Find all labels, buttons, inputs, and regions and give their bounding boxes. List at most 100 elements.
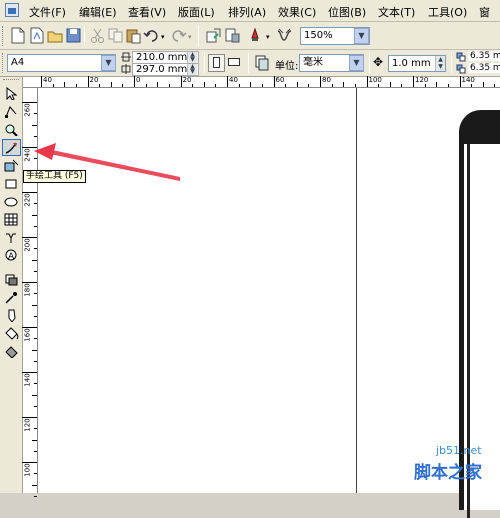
menu-arrange[interactable]: 排列(A) [228,4,266,20]
pick-tool-icon[interactable] [4,86,19,101]
ruler-minor-tick [401,84,403,87]
nudge-spinner[interactable]: ▲ ▼ [435,56,445,71]
eyedropper-tool-icon[interactable] [4,291,19,304]
ruler-tick [320,76,321,87]
ruler-minor-tick [471,84,473,87]
menu-view[interactable]: 查看(V) [128,4,166,20]
ruler-minor-tick [447,84,449,87]
page-height-spinner[interactable]: ▲ ▼ [187,64,197,75]
menu-edit[interactable]: 编辑(E) [79,4,117,20]
interactive-fill-tool-icon[interactable] [4,345,19,359]
ruler-minor-tick [110,82,112,87]
undo-dropdown-icon[interactable]: ▾ [161,33,165,41]
cut-icon[interactable] [89,27,106,44]
toolbox-grip [3,79,19,82]
units-dropdown-button[interactable]: ▼ [349,55,364,71]
paste-icon[interactable] [125,27,142,44]
paper-size-dropdown-button[interactable]: ▼ [101,55,116,71]
polygon-tool-icon[interactable] [4,213,19,226]
launcher-dropdown-icon[interactable]: ▾ [266,33,270,41]
zoom-level-value: 150% [304,30,333,41]
ruler-minor-tick [64,82,66,87]
save-icon[interactable] [65,27,82,44]
menu-bitmaps[interactable]: 位图(B) [328,4,366,20]
application-launcher-icon[interactable] [247,27,264,44]
ruler-minor-tick [34,473,37,475]
ruler-minor-tick [52,84,54,87]
ruler-minor-tick [238,84,240,87]
nudge-distance-value: 1.0 mm [392,58,431,69]
text-tool-icon[interactable]: A [4,249,19,262]
ruler-tick [459,76,461,87]
ruler-minor-tick [482,82,484,87]
ellipse-tool-icon[interactable] [4,195,19,208]
menu-layout[interactable]: 版面(L) [178,4,215,20]
ruler-minor-tick [192,84,194,87]
ruler-minor-tick [34,383,37,385]
ruler-label: 20 [89,76,99,84]
menu-effects[interactable]: 效果(C) [278,4,316,20]
portrait-button[interactable] [208,54,225,72]
menu-file[interactable]: 文件(F) [29,4,66,20]
redo-dropdown-icon[interactable]: ▾ [188,33,192,41]
ruler-minor-tick [145,84,147,87]
ruler-minor-tick [34,405,37,407]
import-icon[interactable] [205,27,222,44]
toolbar-separator [248,53,249,73]
ruler-minor-tick [32,124,37,126]
ruler-minor-tick [34,450,37,452]
ruler-label: 40 [229,76,238,84]
units-label: 单位: [275,61,299,72]
ruler-label: 60 [275,76,285,84]
interactive-blend-tool-icon[interactable] [4,273,19,286]
menu-tools[interactable]: 工具(O) [428,4,467,20]
basic-shapes-tool-icon[interactable] [4,231,19,244]
ruler-minor-tick [34,135,37,137]
page-boundary [356,88,357,493]
shape-tool-icon[interactable] [4,105,19,118]
rectangle-tool-icon[interactable] [4,177,19,190]
fill-tool-icon[interactable] [4,327,19,340]
app-icon [5,3,19,17]
copy-icon[interactable] [107,27,124,44]
ruler-minor-tick [250,82,252,87]
ruler-minor-tick [122,84,124,87]
ruler-minor-tick [343,82,345,87]
open-icon[interactable] [47,27,64,44]
ruler-minor-tick [215,84,217,87]
zoom-tool-icon[interactable] [4,123,19,137]
toolbar-grip [2,26,5,46]
page-width-spinner[interactable]: ▲ ▼ [187,52,197,63]
annotation-arrow [34,143,180,181]
smart-fill-tool-icon[interactable] [4,159,19,172]
page-width-value: 210.0 mm [136,52,188,63]
new-from-template-icon[interactable] [28,27,45,44]
zoom-dropdown-button[interactable]: ▼ [354,28,369,44]
welcome-screen-icon[interactable] [276,27,293,44]
ruler-tick [227,76,228,87]
undo-icon[interactable] [143,27,160,44]
horizontal-ruler[interactable]: 40 20 0 20 40 60 80 100 120 140 [23,76,500,88]
toolbar-separator [84,26,85,46]
landscape-button[interactable] [226,54,243,72]
menu-bar: 文件(F) 编辑(E) 查看(V) 版面(L) 排列(A) 效果(C) 位图(B… [0,0,500,22]
paper-size-select[interactable]: A4 [7,54,116,72]
duplicate-y-value[interactable]: 6.35 m [468,63,500,73]
page-layout-icon[interactable] [253,54,270,72]
ruler-label: 80 [322,76,331,84]
menu-text[interactable]: 文本(T) [378,4,415,20]
ruler-minor-tick [34,248,37,250]
page-height-icon [121,64,131,74]
export-icon[interactable] [224,27,241,44]
page-width-icon [121,52,131,62]
menu-window[interactable]: 窗 [479,4,490,20]
units-value: 毫米 [303,57,323,68]
ruler-minor-tick [261,84,263,87]
redo-icon[interactable] [170,27,187,44]
duplicate-x-icon [456,52,466,62]
ruler-minor-tick [32,259,37,261]
watermark-url: jb51.net [436,444,482,457]
duplicate-x-value[interactable]: 6.35 m [468,51,500,61]
new-document-icon[interactable] [9,27,26,44]
outline-tool-icon[interactable] [4,309,19,323]
